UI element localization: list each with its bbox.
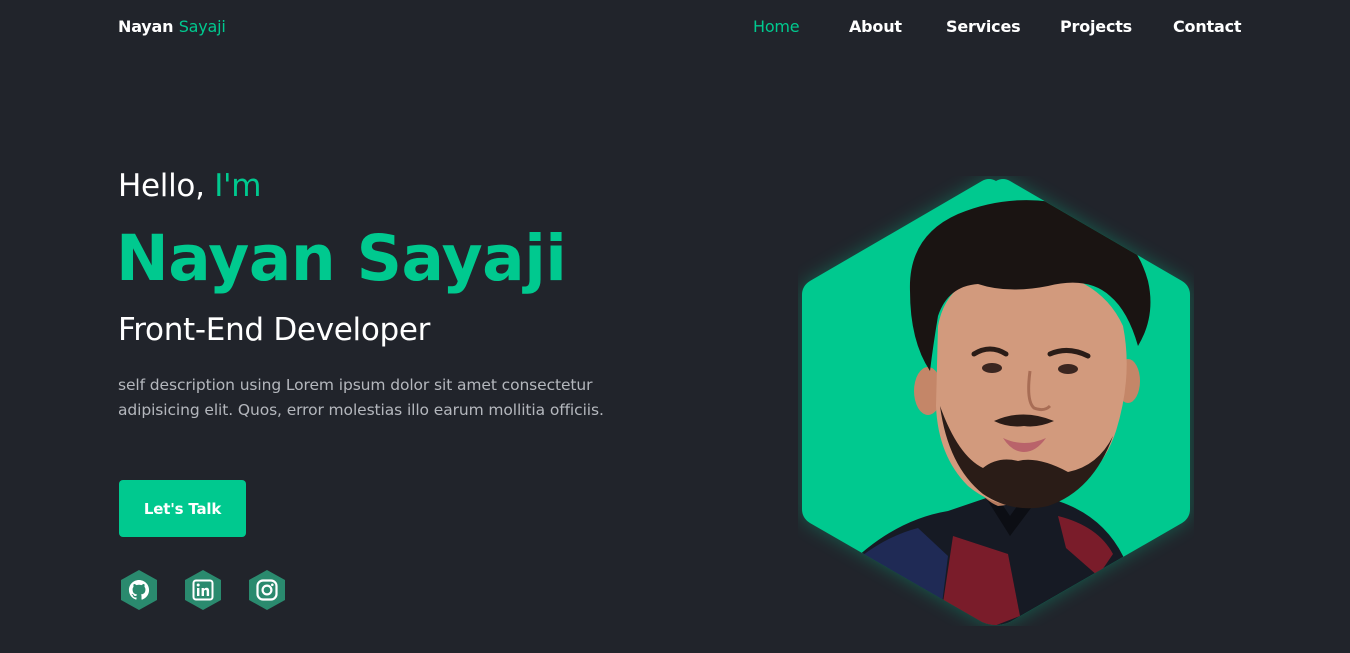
hero-role: Front-End Developer [118, 312, 431, 348]
instagram-icon [249, 570, 285, 610]
nav-links: Home About Services Projects Contact [0, 17, 1350, 39]
navbar: Nayan Sayaji Home About Services Project… [0, 0, 1350, 56]
nav-link-contact[interactable]: Contact [1173, 17, 1242, 36]
lets-talk-button[interactable]: Let's Talk [119, 480, 246, 537]
nav-link-home[interactable]: Home [753, 17, 800, 36]
linkedin-icon [185, 570, 221, 610]
profile-photo [802, 179, 1190, 625]
nav-link-services[interactable]: Services [946, 17, 1021, 36]
portfolio-page: Nayan Sayaji Home About Services Project… [0, 0, 1350, 653]
hero-greeting: Hello, I'm [118, 168, 261, 204]
greeting-accent: I'm [214, 168, 262, 204]
avatar [798, 176, 1194, 626]
social-links [118, 569, 298, 611]
hero-description: self description using Lorem ipsum dolor… [118, 376, 604, 419]
github-icon [121, 570, 157, 610]
greeting-prefix: Hello, [118, 168, 205, 204]
nav-link-projects[interactable]: Projects [1060, 17, 1132, 36]
instagram-link[interactable] [246, 569, 288, 611]
hero-name: Nayan Sayaji [116, 222, 567, 295]
linkedin-link[interactable] [182, 569, 224, 611]
github-link[interactable] [118, 569, 160, 611]
nav-link-about[interactable]: About [849, 17, 902, 36]
